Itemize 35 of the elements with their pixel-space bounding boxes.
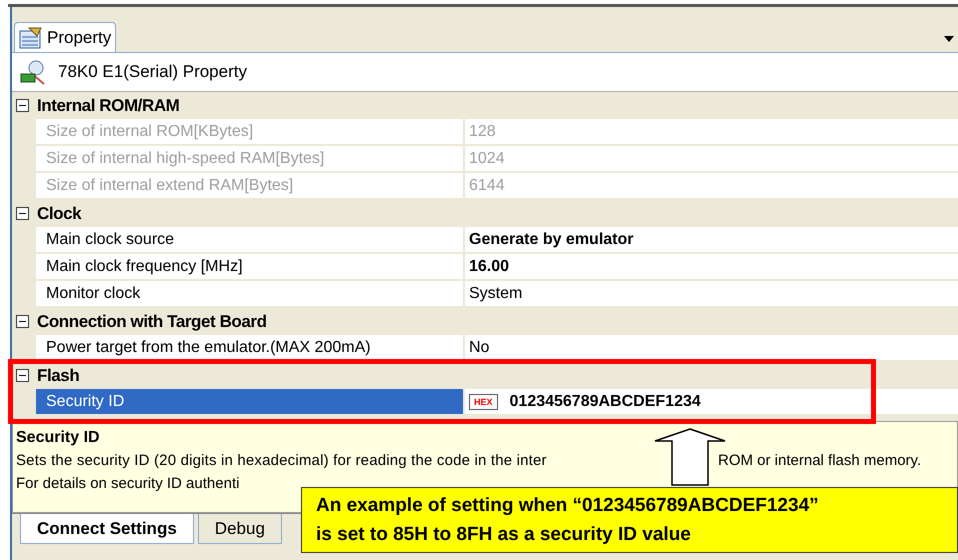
property-name[interactable]: Power target from the emulator.(MAX 200mA) xyxy=(36,335,463,360)
property-title: 78K0 E1(Serial) Property xyxy=(58,61,247,84)
description-title: Security ID xyxy=(16,428,101,448)
tab-label: Property xyxy=(47,26,112,49)
chip-probe-icon xyxy=(20,59,46,85)
property-sheet-icon xyxy=(19,26,43,48)
property-name[interactable]: Security ID xyxy=(36,389,463,414)
property-name[interactable]: Main clock source xyxy=(36,227,463,252)
category-heading: Internal ROM/RAM xyxy=(37,94,180,117)
callout-text: An example of setting when “0123456789ABCDEF1234” xyxy=(316,494,820,518)
dropdown-icon[interactable] xyxy=(944,36,954,42)
description-text: For details on security ID authenti xyxy=(16,474,240,494)
category-heading: Connection with Target Board xyxy=(37,310,267,333)
property-value: 6144 xyxy=(469,176,505,196)
property-name[interactable]: Monitor clock xyxy=(36,281,463,306)
hex-badge: HEX xyxy=(469,394,498,410)
callout-text: is set to 85H to 8FH as a security ID value xyxy=(316,523,692,547)
collapse-icon[interactable] xyxy=(16,369,29,382)
property-value[interactable]: 0123456789ABCDEF1234 xyxy=(510,390,701,414)
description-text: ROM or internal flash memory. xyxy=(718,451,922,471)
collapse-icon[interactable] xyxy=(16,315,29,328)
property-value[interactable]: System xyxy=(469,282,522,306)
category-heading: Clock xyxy=(37,202,82,225)
collapse-icon[interactable] xyxy=(16,99,29,112)
property-tab[interactable]: Property xyxy=(14,22,116,52)
property-value: 128 xyxy=(469,122,496,142)
property-value[interactable]: No xyxy=(469,336,490,360)
bottom-tab[interactable]: Connect Settings xyxy=(20,514,194,544)
category-heading: Flash xyxy=(37,364,80,387)
collapse-icon[interactable] xyxy=(16,207,29,220)
description-text: Sets the security ID (20 digits in hexadecimal) for reading the code in the inter xyxy=(16,451,548,471)
property-name[interactable]: Main clock frequency [MHz] xyxy=(36,254,463,279)
property-value[interactable]: 16.00 xyxy=(469,254,510,278)
property-value: 1024 xyxy=(469,148,505,168)
bottom-tab[interactable]: Debug xyxy=(198,514,282,544)
